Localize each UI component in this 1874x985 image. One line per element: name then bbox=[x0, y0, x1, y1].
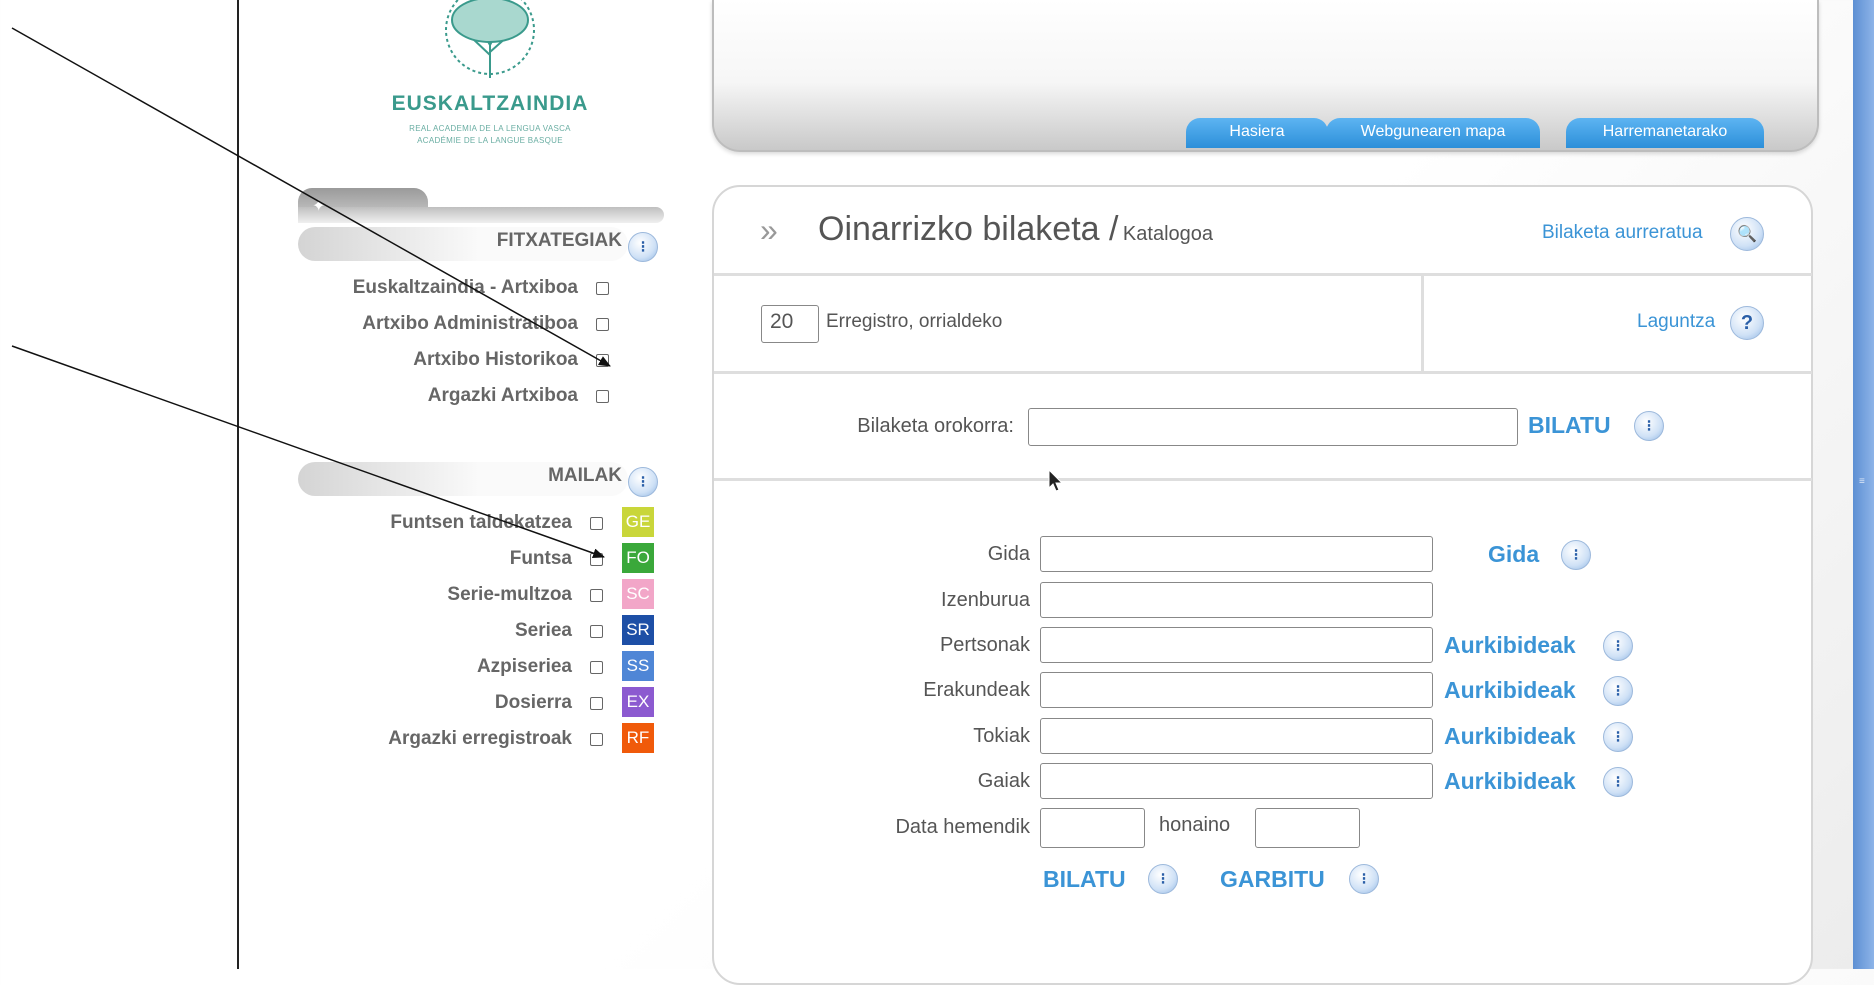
pertsonak-label: Pertsonak bbox=[939, 634, 1030, 656]
fitxategi-checkbox-2[interactable] bbox=[596, 354, 609, 367]
maila-label-6: Argazki erregistroak bbox=[388, 728, 572, 749]
pertsonak-input[interactable] bbox=[1040, 627, 1433, 663]
maila-checkbox-4[interactable] bbox=[590, 661, 603, 674]
logo-subtitle-es: REAL ACADEMIA DE LA LENGUA VASCA bbox=[409, 124, 571, 133]
general-search-button[interactable]: BILATU bbox=[1528, 412, 1611, 439]
magnifier-icon[interactable]: 🔍 bbox=[1730, 217, 1764, 251]
logo: EUSKALTZAINDIA REAL ACADEMIA DE LA LENGU… bbox=[360, 0, 620, 155]
gaiak-input[interactable] bbox=[1040, 763, 1433, 799]
pertsonak-info-icon[interactable]: ⁝ bbox=[1603, 631, 1633, 661]
nav-tab-harremanetarako[interactable]: Harremanetarako bbox=[1566, 118, 1764, 148]
date-from-input[interactable] bbox=[1040, 808, 1145, 848]
maila-badge-5: EX bbox=[622, 687, 654, 717]
form-search-button[interactable]: BILATU bbox=[1043, 866, 1126, 893]
form-search-info-icon[interactable]: ⁝ bbox=[1148, 864, 1178, 894]
vertical-divider bbox=[237, 0, 239, 969]
logo-subtitle-fr: ACADÉMIE DE LA LANGUE BASQUE bbox=[417, 136, 563, 145]
mailak-title: MAILAK bbox=[548, 465, 622, 486]
double-chevron-icon: » bbox=[760, 212, 778, 248]
maila-label-0: Funtsen taldekatzea bbox=[390, 512, 572, 533]
sparkle-icon: ✦ bbox=[312, 198, 326, 215]
maila-checkbox-1[interactable] bbox=[590, 553, 603, 566]
maila-checkbox-5[interactable] bbox=[590, 697, 603, 710]
tokiak-label: Tokiak bbox=[973, 725, 1030, 747]
erakundeak-input[interactable] bbox=[1040, 672, 1433, 708]
form-clear-button[interactable]: GARBITU bbox=[1220, 866, 1325, 893]
mouse-pointer-icon bbox=[1048, 469, 1064, 492]
maila-checkbox-3[interactable] bbox=[590, 625, 603, 638]
form-clear-info-icon[interactable]: ⁝ bbox=[1349, 864, 1379, 894]
logo-name: EUSKALTZAINDIA bbox=[391, 92, 589, 115]
gida-button[interactable]: Gida bbox=[1488, 541, 1539, 568]
divider bbox=[714, 273, 1812, 276]
fitxategi-label-2: Artxibo Historikoa bbox=[413, 349, 578, 370]
maila-label-4: Azpiseriea bbox=[476, 656, 572, 677]
tree-logo-icon bbox=[445, 0, 535, 78]
tokiak-aurkibideak-button[interactable]: Aurkibideak bbox=[1444, 723, 1576, 750]
scroll-grip-icon: ≡ bbox=[1859, 476, 1865, 487]
date-from-label: Data hemendik bbox=[895, 816, 1030, 838]
fitxategi-label-3: Argazki Artxiboa bbox=[427, 385, 578, 406]
tokiak-info-icon[interactable]: ⁝ bbox=[1603, 722, 1633, 752]
maila-badge-2: SC bbox=[622, 579, 654, 609]
maila-label-1: Funtsa bbox=[509, 548, 572, 569]
general-search-label: Bilaketa orokorra: bbox=[857, 415, 1014, 437]
erakundeak-aurkibideak-button[interactable]: Aurkibideak bbox=[1444, 677, 1576, 704]
fitxategi-label-1: Artxibo Administratiboa bbox=[362, 313, 578, 334]
erakundeak-label: Erakundeak bbox=[923, 679, 1030, 701]
fitxategi-checkbox-0[interactable] bbox=[596, 282, 609, 295]
maila-checkbox-0[interactable] bbox=[590, 517, 603, 530]
help-link[interactable]: Laguntza bbox=[1637, 311, 1715, 333]
divider bbox=[714, 478, 1812, 481]
erakundeak-info-icon[interactable]: ⁝ bbox=[1603, 676, 1633, 706]
maila-label-5: Dosierra bbox=[494, 692, 572, 713]
header-panel: Hasiera Webgunearen mapa Harremanetarako bbox=[712, 0, 1819, 152]
gida-input[interactable] bbox=[1040, 536, 1433, 572]
izenburua-label: Izenburua bbox=[941, 589, 1030, 611]
gaiak-label: Gaiak bbox=[977, 770, 1030, 792]
maila-checkbox-2[interactable] bbox=[590, 589, 603, 602]
mailak-info-icon[interactable]: ⁝ bbox=[628, 467, 658, 497]
izenburua-input[interactable] bbox=[1040, 582, 1433, 618]
maila-badge-4: SS bbox=[622, 651, 654, 681]
general-search-info-icon[interactable]: ⁝ bbox=[1634, 411, 1664, 441]
maila-label-3: Seriea bbox=[514, 620, 572, 641]
maila-badge-6: RF bbox=[622, 723, 654, 753]
maila-badge-1: FO bbox=[622, 543, 654, 573]
nav-tab-webgunearen-mapa[interactable]: Webgunearen mapa bbox=[1326, 118, 1540, 148]
question-icon[interactable]: ? bbox=[1730, 306, 1764, 340]
page-title-sub: Katalogoa bbox=[1122, 223, 1213, 245]
fitxategiak-info-icon[interactable]: ⁝ bbox=[628, 232, 658, 262]
maila-label-2: Serie-multzoa bbox=[447, 584, 572, 605]
page-title: Oinarrizko bilaketa / Katalogoa bbox=[818, 210, 1213, 249]
fitxategi-checkbox-3[interactable] bbox=[596, 390, 609, 403]
page-title-main: Oinarrizko bilaketa / bbox=[818, 210, 1119, 248]
fitxategiak-title: FITXATEGIAK bbox=[496, 230, 622, 251]
tokiak-input[interactable] bbox=[1040, 718, 1433, 754]
divider-vertical bbox=[1421, 275, 1424, 372]
divider bbox=[714, 371, 1812, 374]
advanced-search-link[interactable]: Bilaketa aurreratua bbox=[1542, 222, 1703, 244]
gida-info-icon[interactable]: ⁝ bbox=[1561, 540, 1591, 570]
gaiak-aurkibideak-button[interactable]: Aurkibideak bbox=[1444, 768, 1576, 795]
per-page-input[interactable]: 20 bbox=[761, 305, 819, 343]
maila-badge-0: GE bbox=[622, 507, 654, 537]
fitxategi-checkbox-1[interactable] bbox=[596, 318, 609, 331]
maila-checkbox-6[interactable] bbox=[590, 733, 603, 746]
date-to-input[interactable] bbox=[1255, 808, 1360, 848]
per-page-label: Erregistro, orrialdeko bbox=[826, 311, 1003, 332]
maila-badge-3: SR bbox=[622, 615, 654, 645]
gida-label: Gida bbox=[987, 543, 1030, 565]
general-search-input[interactable] bbox=[1028, 408, 1518, 446]
pertsonak-aurkibideak-button[interactable]: Aurkibideak bbox=[1444, 632, 1576, 659]
sidebar-strip bbox=[298, 207, 664, 223]
nav-tab-hasiera[interactable]: Hasiera bbox=[1186, 118, 1328, 148]
date-to-label: honaino bbox=[1159, 814, 1231, 836]
gaiak-info-icon[interactable]: ⁝ bbox=[1603, 767, 1633, 797]
fitxategi-label-0: Euskaltzaindia - Artxiboa bbox=[352, 277, 578, 298]
